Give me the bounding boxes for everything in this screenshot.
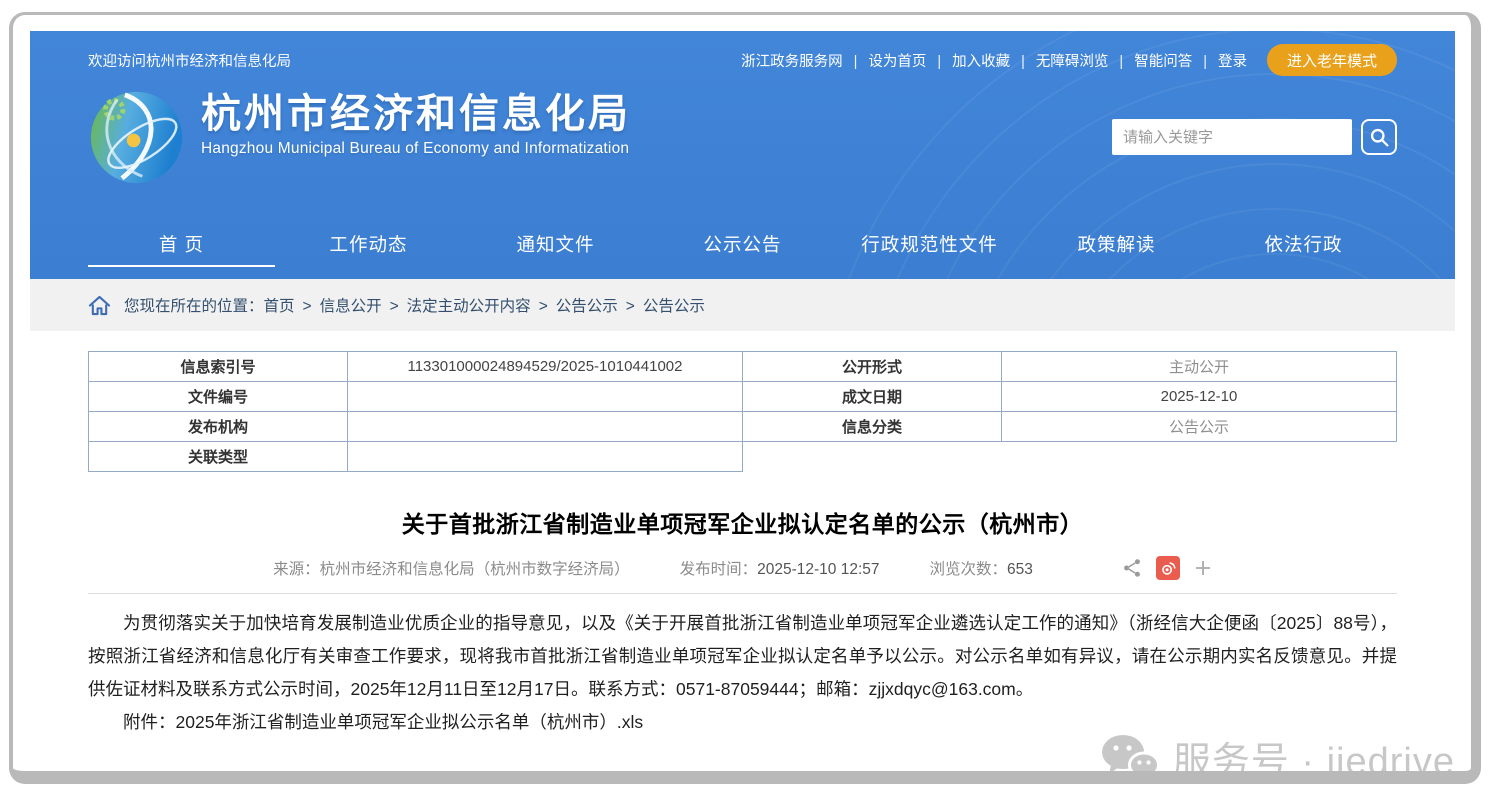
site-subtitle-english: Hangzhou Municipal Bureau of Economy and… — [201, 140, 631, 158]
topbar-link-zhejiang-gov-portal[interactable]: 浙江政务服务网 — [741, 50, 843, 71]
document-number-label: 文件编号 — [89, 382, 348, 412]
views-value: 653 — [1007, 561, 1033, 578]
elder-mode-button[interactable]: 进入老年模式 — [1267, 44, 1397, 76]
publish-time-label: 发布时间： — [680, 561, 758, 578]
info-index-label: 信息索引号 — [89, 352, 348, 382]
issuing-agency-value — [347, 412, 742, 442]
breadcrumb-home[interactable]: 首页 — [264, 294, 295, 316]
document-info-table: 信息索引号 113301000024894529/2025-1010441002… — [88, 351, 1397, 472]
disclosure-form-value: 主动公开 — [1001, 352, 1396, 382]
site-title: 杭州市经济和信息化局 — [201, 91, 631, 137]
disclosure-form-label: 公开形式 — [742, 352, 1001, 382]
topbar-link-add-favorite[interactable]: 加入收藏 — [926, 50, 1010, 71]
topbar: 欢迎访问杭州市经济和信息化局 浙江政务服务网 设为首页 加入收藏 无障碍浏览 智… — [30, 31, 1455, 83]
attachment-label: 附件： — [123, 712, 176, 732]
share-icon[interactable] — [1122, 558, 1142, 578]
topbar-link-set-homepage[interactable]: 设为首页 — [843, 50, 927, 71]
article-paragraph: 为贯彻落实关于加快培育发展制造业优质企业的指导意见，以及《关于开展首批浙江省制造… — [88, 607, 1397, 706]
attachment-file-link[interactable]: 2025年浙江省制造业单项冠军企业拟公示名单（杭州市）.xls — [176, 712, 644, 732]
publish-time-value: 2025-12-10 12:57 — [757, 561, 879, 578]
table-row: 关联类型 — [89, 442, 1397, 472]
topbar-link-login[interactable]: 登录 — [1192, 50, 1247, 71]
nav-item-law-based-administration[interactable]: 依法行政 — [1210, 209, 1397, 279]
nav-item-policy-interpretation[interactable]: 政策解读 — [1023, 209, 1210, 279]
breadcrumb-announcements[interactable]: 公告公示 — [531, 294, 618, 316]
nav-item-notices[interactable]: 通知文件 — [462, 209, 649, 279]
related-type-value — [347, 442, 742, 472]
brand-row: 杭州市经济和信息化局 Hangzhou Municipal Bureau of … — [30, 89, 1455, 186]
topbar-link-smart-qa[interactable]: 智能问答 — [1108, 50, 1192, 71]
meta-divider — [88, 593, 1397, 594]
wechat-icon — [1099, 732, 1161, 784]
table-row: 发布机构 信息分类 公告公示 — [89, 412, 1397, 442]
watermark-text: 服务号 · jiedrive — [1173, 730, 1455, 784]
share-bar — [1108, 556, 1212, 580]
search-input[interactable] — [1112, 119, 1352, 155]
table-row: 文件编号 成文日期 2025-12-10 — [89, 382, 1397, 412]
issue-date-label: 成文日期 — [742, 382, 1001, 412]
breadcrumb-info-disclosure[interactable]: 信息公开 — [295, 294, 382, 316]
empty-cell — [742, 442, 1001, 472]
article-body: 为贯彻落实关于加快培育发展制造业优质企业的指导意见，以及《关于开展首批浙江省制造… — [88, 607, 1397, 739]
breadcrumb-prefix: 您现在所在的位置： — [124, 294, 264, 316]
info-category-value: 公告公示 — [1001, 412, 1396, 442]
empty-cell — [1001, 442, 1396, 472]
site-header: 欢迎访问杭州市经济和信息化局 浙江政务服务网 设为首页 加入收藏 无障碍浏览 智… — [30, 31, 1455, 279]
watermark: 服务号 · jiedrive — [1099, 730, 1455, 784]
bureau-logo-icon — [88, 89, 185, 186]
home-icon[interactable] — [88, 295, 111, 316]
article-page: 信息索引号 113301000024894529/2025-1010441002… — [30, 351, 1455, 784]
document-number-value — [347, 382, 742, 412]
issue-date-value: 2025-12-10 — [1001, 382, 1396, 412]
breadcrumb: 您现在所在的位置： 首页 信息公开 法定主动公开内容 公告公示 公告公示 — [30, 279, 1455, 331]
search-icon — [1369, 127, 1390, 148]
search-button[interactable] — [1361, 119, 1397, 155]
nav-item-public-announcements[interactable]: 公示公告 — [649, 209, 836, 279]
issuing-agency-label: 发布机构 — [89, 412, 348, 442]
info-category-label: 信息分类 — [742, 412, 1001, 442]
source-value: 杭州市经济和信息化局（杭州市数字经济局） — [320, 561, 630, 578]
views-label: 浏览次数： — [930, 561, 1008, 578]
breadcrumb-announcements-current[interactable]: 公告公示 — [618, 294, 705, 316]
main-nav: 首 页 工作动态 通知文件 公示公告 行政规范性文件 政策解读 依法行政 — [30, 209, 1455, 279]
related-type-label: 关联类型 — [89, 442, 348, 472]
nav-item-administrative-normative-documents[interactable]: 行政规范性文件 — [836, 209, 1023, 279]
more-share-icon[interactable] — [1194, 559, 1212, 577]
topbar-link-accessibility[interactable]: 无障碍浏览 — [1010, 50, 1108, 71]
article-title: 关于首批浙江省制造业单项冠军企业拟认定名单的公示（杭州市） — [88, 505, 1397, 539]
article-meta: 来源：杭州市经济和信息化局（杭州市数字经济局） 发布时间：2025-12-10 … — [88, 556, 1397, 580]
info-index-value: 113301000024894529/2025-1010441002 — [347, 352, 742, 382]
welcome-text: 欢迎访问杭州市经济和信息化局 — [88, 50, 291, 71]
weibo-share-icon[interactable] — [1156, 556, 1180, 580]
search-box — [1112, 119, 1397, 155]
nav-item-home[interactable]: 首 页 — [88, 209, 275, 279]
page-frame: 欢迎访问杭州市经济和信息化局 浙江政务服务网 设为首页 加入收藏 无障碍浏览 智… — [9, 12, 1481, 784]
breadcrumb-statutory-disclosure[interactable]: 法定主动公开内容 — [382, 294, 531, 316]
nav-item-work-news[interactable]: 工作动态 — [275, 209, 462, 279]
table-row: 信息索引号 113301000024894529/2025-1010441002… — [89, 352, 1397, 382]
source-label: 来源： — [273, 561, 320, 578]
